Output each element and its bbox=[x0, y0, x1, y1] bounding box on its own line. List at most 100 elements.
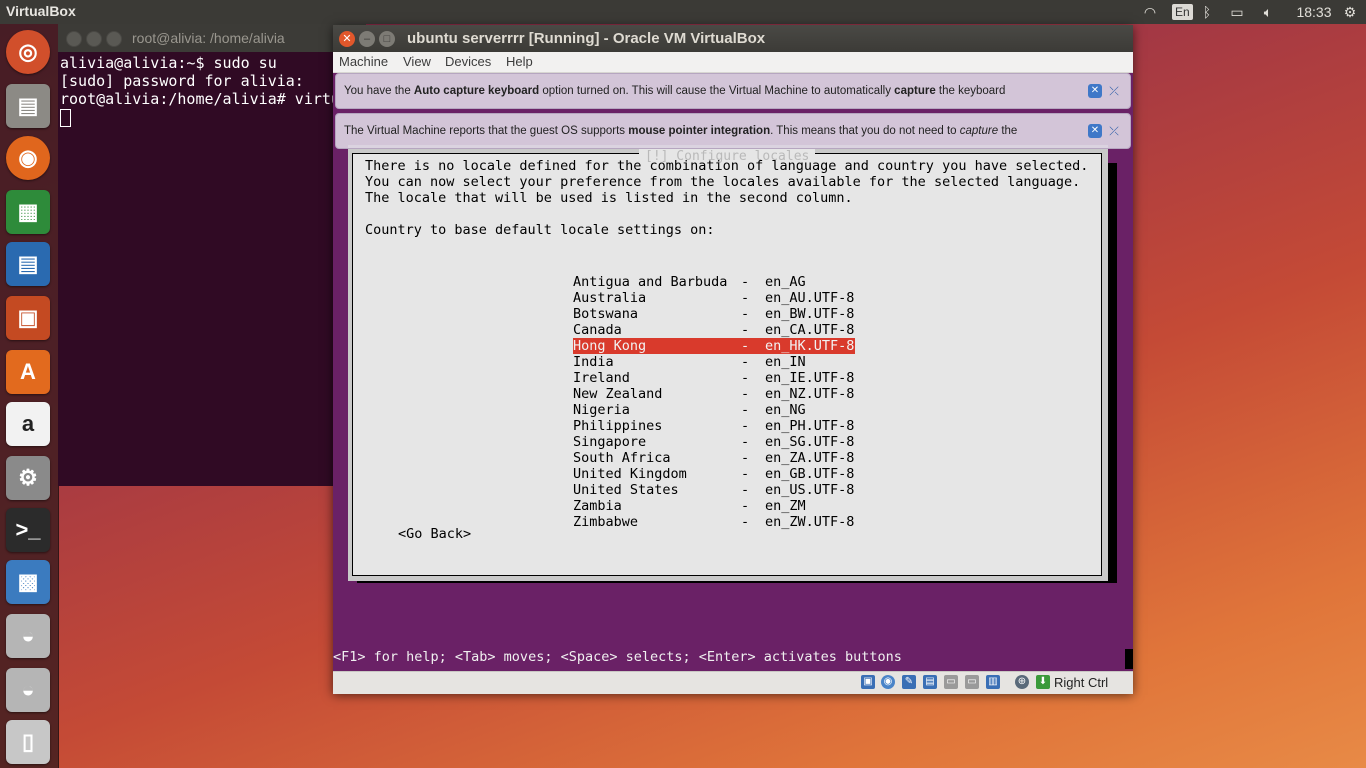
locale-option[interactable]: Zimbabwe - en_ZW.UTF-8 bbox=[573, 514, 855, 530]
help-line-edge bbox=[1125, 649, 1133, 669]
volume-icon[interactable]: 🔈︎ bbox=[1258, 2, 1278, 22]
locale-country: Singapore bbox=[573, 434, 647, 450]
gear-icon[interactable]: ⚙ bbox=[1340, 2, 1360, 22]
disk-icon[interactable]: ◒ bbox=[6, 614, 50, 658]
terminal-line: [sudo] password for alivia: bbox=[60, 72, 304, 90]
audio-icon[interactable]: ✎ bbox=[902, 675, 916, 689]
maximize-button[interactable]: □ bbox=[379, 31, 395, 47]
locale-code: en_PH.UTF-8 bbox=[765, 418, 855, 434]
impress-icon[interactable]: ▣ bbox=[6, 296, 50, 340]
locale-code: en_ZW.UTF-8 bbox=[765, 514, 855, 530]
hard-disk-icon[interactable]: ▣ bbox=[861, 675, 875, 689]
terminal-line: root@alivia:/home/alivia# virtu bbox=[60, 90, 340, 108]
locale-separator: - bbox=[741, 402, 750, 418]
locale-code: en_GB.UTF-8 bbox=[765, 466, 855, 482]
shared-folders-icon[interactable]: ▭ bbox=[965, 675, 979, 689]
terminal-output[interactable]: alivia@alivia:~$ sudo su [sudo] password… bbox=[60, 54, 340, 127]
locale-separator: - bbox=[741, 498, 750, 514]
locale-option[interactable]: Antigua and Barbuda - en_AG bbox=[573, 274, 855, 290]
removable-drive-icon[interactable]: ▯ bbox=[6, 720, 50, 764]
virtualbox-icon[interactable]: ▩ bbox=[6, 560, 50, 604]
menu-machine[interactable]: Machine bbox=[339, 54, 388, 69]
app-title: VirtualBox bbox=[6, 3, 76, 19]
menubar: Machine View Devices Help bbox=[333, 52, 1133, 73]
top-panel: VirtualBox ◠ En ᛒ ▭ 🔈︎ 18:33 ⚙ bbox=[0, 0, 1366, 24]
software-center-icon[interactable]: A bbox=[6, 350, 50, 394]
menu-view[interactable]: View bbox=[403, 54, 431, 69]
close-button[interactable]: ✕ bbox=[339, 31, 355, 47]
disk-icon-2[interactable]: ◒ bbox=[6, 668, 50, 712]
terminal-minimize-button[interactable] bbox=[86, 31, 102, 47]
locale-separator: - bbox=[741, 482, 750, 498]
launcher: ◎ ▤ ◉ ▦ ▤ ▣ A a ⚙ >_ ▩ ◒ ◒ ▯ bbox=[0, 24, 59, 768]
notice-text: The Virtual Machine reports that the gue… bbox=[344, 125, 1018, 137]
locale-separator: - bbox=[741, 354, 750, 370]
optical-drive-icon[interactable]: ◉ bbox=[881, 675, 895, 689]
terminal-close-button[interactable] bbox=[66, 31, 82, 47]
system-settings-icon[interactable]: ⚙ bbox=[6, 456, 50, 500]
locale-code: en_US.UTF-8 bbox=[765, 482, 855, 498]
intro-line: The locale that will be used is listed i… bbox=[365, 190, 853, 206]
locale-code: en_NG bbox=[765, 402, 806, 418]
firefox-icon[interactable]: ◉ bbox=[6, 136, 50, 180]
amazon-icon[interactable]: a bbox=[6, 402, 50, 446]
locale-option[interactable]: India - en_IN bbox=[573, 354, 855, 370]
do-not-show-again-icon[interactable]: ⤫ bbox=[1107, 124, 1121, 138]
display-icon[interactable]: ▥ bbox=[986, 675, 1000, 689]
locale-option[interactable]: United States - en_US.UTF-8 bbox=[573, 482, 855, 498]
minimize-button[interactable]: – bbox=[359, 31, 375, 47]
close-notice-icon[interactable]: ✕ bbox=[1088, 124, 1102, 138]
ubuntu-dash-icon[interactable]: ◎ bbox=[6, 30, 50, 74]
locale-separator: - bbox=[741, 386, 750, 402]
locale-option[interactable]: Philippines - en_PH.UTF-8 bbox=[573, 418, 855, 434]
usb-icon[interactable]: ▭ bbox=[944, 675, 958, 689]
locale-country: United States bbox=[573, 482, 679, 498]
locale-code: en_ZA.UTF-8 bbox=[765, 450, 855, 466]
battery-icon[interactable]: ▭ bbox=[1225, 2, 1249, 22]
menu-devices[interactable]: Devices bbox=[445, 54, 491, 69]
notice-text: You have the Auto capture keyboard optio… bbox=[344, 85, 1006, 97]
files-icon[interactable]: ▤ bbox=[6, 84, 50, 128]
network-icon[interactable]: ▤ bbox=[923, 675, 937, 689]
locale-country: Zambia bbox=[573, 498, 622, 514]
locale-separator: - bbox=[741, 466, 750, 482]
keyboard-capture-icon[interactable]: ⬇ bbox=[1036, 675, 1050, 689]
locale-option[interactable]: Canada - en_CA.UTF-8 bbox=[573, 322, 855, 338]
locale-option[interactable]: South Africa - en_ZA.UTF-8 bbox=[573, 450, 855, 466]
locale-country: South Africa bbox=[573, 450, 671, 466]
mouse-integration-icon[interactable]: ⊕ bbox=[1015, 675, 1029, 689]
locale-option[interactable]: Hong Kong - en_HK.UTF-8 bbox=[573, 338, 855, 354]
clock[interactable]: 18:33 bbox=[1294, 2, 1334, 22]
terminal-maximize-button[interactable] bbox=[106, 31, 122, 47]
terminal-icon[interactable]: >_ bbox=[6, 508, 50, 552]
guest-screen[interactable]: [!] Configure locales There is no locale… bbox=[333, 73, 1133, 671]
bluetooth-icon[interactable]: ᛒ bbox=[1198, 2, 1216, 22]
writer-icon[interactable]: ▤ bbox=[6, 242, 50, 286]
terminal-window[interactable]: root@alivia: /home/alivia alivia@alivia:… bbox=[58, 24, 366, 486]
wifi-icon[interactable]: ◠ bbox=[1140, 2, 1160, 22]
locale-country: Antigua and Barbuda bbox=[573, 274, 728, 290]
locale-option[interactable]: Botswana - en_BW.UTF-8 bbox=[573, 306, 855, 322]
do-not-show-again-icon[interactable]: ⤫ bbox=[1107, 84, 1121, 98]
locale-option[interactable]: Zambia - en_ZM bbox=[573, 498, 855, 514]
spreadsheet-icon[interactable]: ▦ bbox=[6, 190, 50, 234]
locale-option[interactable]: Australia - en_AU.UTF-8 bbox=[573, 290, 855, 306]
locale-option[interactable]: Ireland - en_IE.UTF-8 bbox=[573, 370, 855, 386]
locale-list[interactable]: Antigua and Barbuda - en_AG Australia - en_AU… bbox=[573, 274, 855, 530]
host-key-label[interactable]: Right Ctrl bbox=[1054, 675, 1108, 690]
virtualbox-window: ✕ – □ ubuntu serverrrr [Running] - Oracl… bbox=[333, 25, 1133, 694]
locale-option[interactable]: New Zealand - en_NZ.UTF-8 bbox=[573, 386, 855, 402]
locale-option[interactable]: United Kingdom - en_GB.UTF-8 bbox=[573, 466, 855, 482]
close-notice-icon[interactable]: ✕ bbox=[1088, 84, 1102, 98]
menu-help[interactable]: Help bbox=[506, 54, 533, 69]
terminal-titlebar[interactable]: root@alivia: /home/alivia bbox=[58, 24, 366, 52]
locale-option[interactable]: Nigeria - en_NG bbox=[573, 402, 855, 418]
locale-option[interactable]: Singapore - en_SG.UTF-8 bbox=[573, 434, 855, 450]
locale-country: Philippines bbox=[573, 418, 663, 434]
vbox-titlebar[interactable]: ✕ – □ ubuntu serverrrr [Running] - Oracl… bbox=[333, 25, 1133, 52]
vbox-statusbar: ▣ ◉ ✎ ▤ ▭ ▭ ▥ ⊕ ⬇ Right Ctrl bbox=[333, 671, 1133, 694]
locale-code: en_CA.UTF-8 bbox=[765, 322, 855, 338]
locale-separator: - bbox=[741, 290, 750, 306]
go-back-button[interactable]: <Go Back> bbox=[398, 526, 471, 542]
keyboard-layout-indicator[interactable]: En bbox=[1172, 4, 1193, 20]
